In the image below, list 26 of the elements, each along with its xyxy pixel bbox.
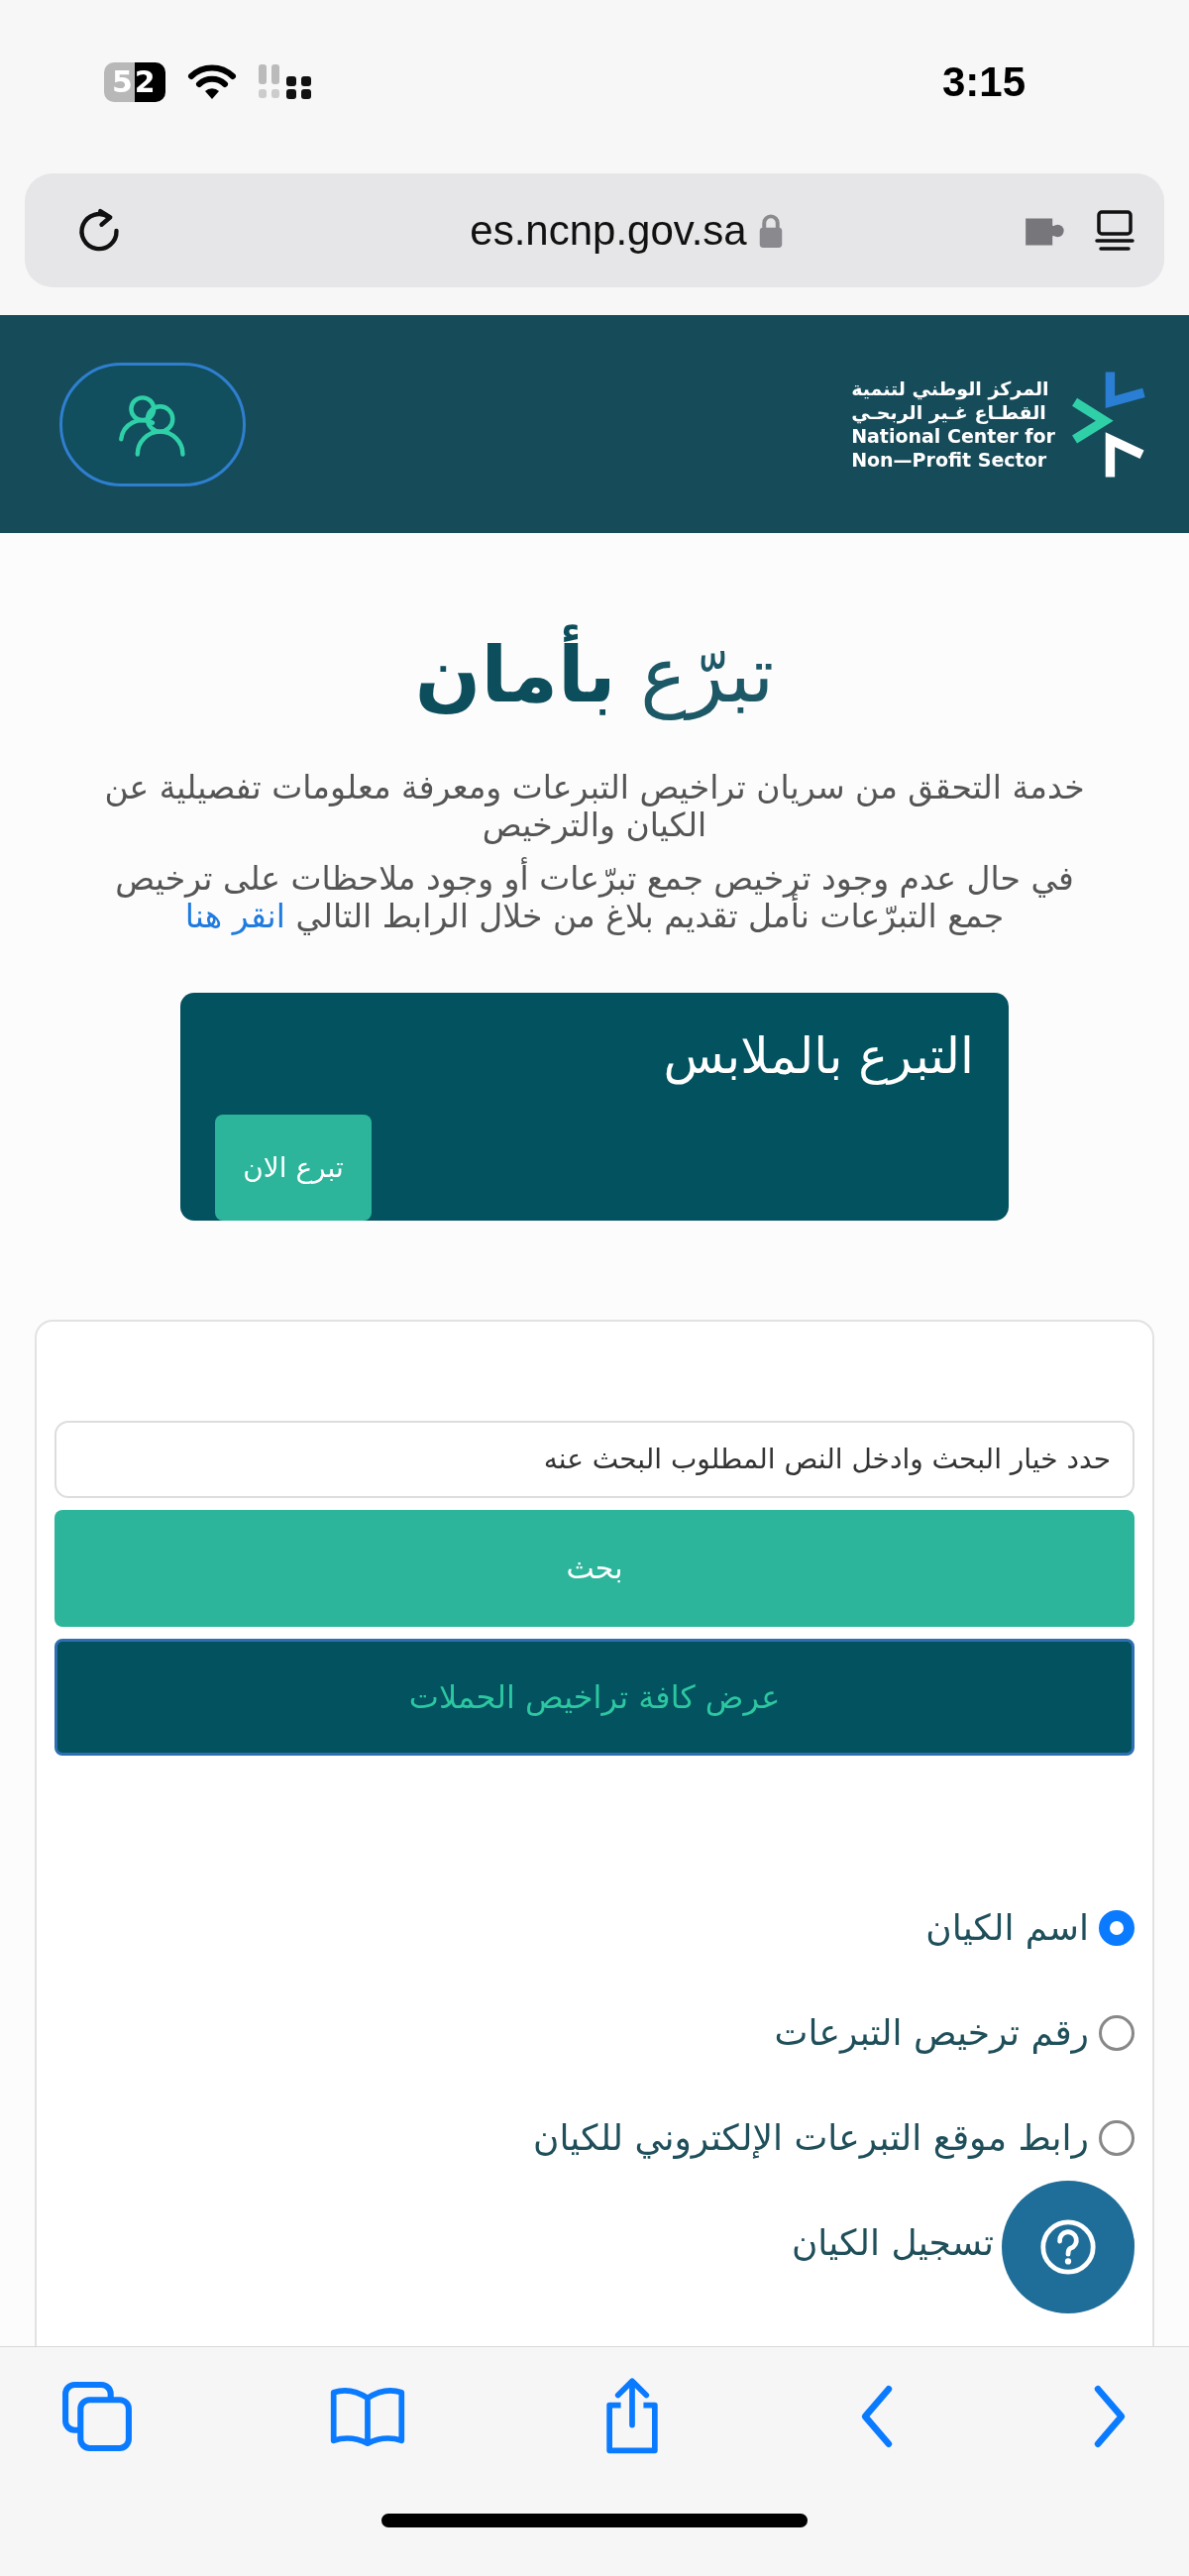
option-label: اسم الكيان (925, 1905, 1089, 1951)
show-all-button[interactable]: عرض كافة تراخيص الحملات (54, 1638, 1135, 1756)
radio-button[interactable] (1099, 2119, 1135, 2156)
wifi-icon (186, 62, 237, 101)
logo-text: Non—Profit Sector (851, 448, 1047, 472)
option-label: رقم ترخيص التبرعات (774, 2010, 1089, 2056)
logo-text: المركز الوطني لتنمية (851, 376, 1049, 400)
url-text: es.ncnp.gov.sa (470, 206, 747, 255)
help-icon (1038, 2217, 1098, 2277)
tabs-icon[interactable] (59, 2379, 135, 2454)
reader-icon[interactable] (1095, 207, 1135, 254)
search-field[interactable]: حدد خيار البحث وادخل النص المطلوب البحث عنه (54, 1420, 1135, 1498)
notice-text: في حال عدم وجود ترخيص جمع تبرّعات أو وجود ملاحظات على ترخيص جمع التبرّعات نأمل تقديم بلاغ من خلال الرابط التالي انقر هنا (114, 859, 1075, 935)
radio-button[interactable] (1099, 2014, 1135, 2051)
clock-time: 3:15 (941, 57, 1026, 106)
option-label: رابط موقع التبرعات الإلكتروني للكيان (532, 2115, 1089, 2161)
logo-text: القطـاع غـير الربحـي (851, 400, 1046, 424)
description-text: خدمة التحقق من سريان تراخيص التبرعات ومعرفة معلومات تفصيلية عن الكيان والترخيص (103, 768, 1086, 844)
address-bar[interactable]: es.ncnp.gov.sa (25, 173, 1164, 287)
donate-now-button[interactable]: تبرع الان (215, 1114, 372, 1221)
radio-button[interactable] (1099, 1909, 1135, 1946)
signal-icon (258, 63, 314, 100)
search-button[interactable]: بحث (54, 1509, 1135, 1627)
option-label: تسجيل الكيان (791, 2220, 994, 2265)
logo-text: National Center for (851, 424, 1055, 448)
campaign-title: التبرع بالملابس (663, 1026, 974, 1085)
